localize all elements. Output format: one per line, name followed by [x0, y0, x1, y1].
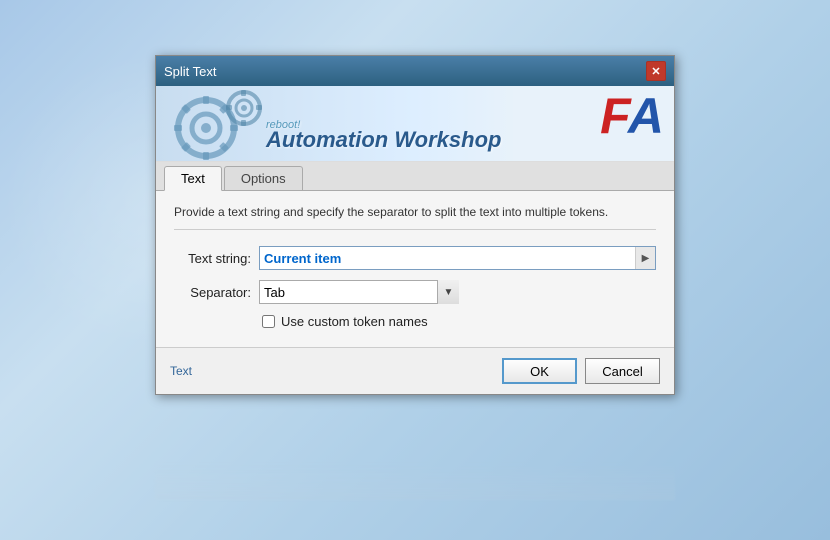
- ok-button[interactable]: OK: [502, 358, 577, 384]
- banner: reboot! Automation Workshop FA: [156, 86, 674, 161]
- banner-logo-f: F: [600, 88, 628, 144]
- custom-token-label[interactable]: Use custom token names: [281, 314, 428, 329]
- dialog-reflection: [155, 460, 675, 500]
- tab-options[interactable]: Options: [224, 166, 303, 190]
- banner-gears-image: [156, 86, 276, 161]
- text-string-input[interactable]: [260, 251, 635, 266]
- custom-token-checkbox[interactable]: [262, 315, 275, 328]
- content-area: Text Options Provide a text string and s…: [156, 161, 674, 347]
- separator-row: Separator: Tab Space Comma Semicolon New…: [174, 280, 656, 304]
- banner-logo-a: A: [628, 88, 664, 144]
- banner-logo: FA: [600, 91, 664, 141]
- title-bar: Split Text ✕: [156, 56, 674, 86]
- footer: Text OK Cancel: [156, 347, 674, 394]
- split-text-dialog: Split Text ✕ rebo: [155, 55, 675, 395]
- description-text: Provide a text string and specify the se…: [174, 205, 656, 230]
- banner-title: reboot! Automation Workshop: [266, 119, 501, 153]
- dialog-title: Split Text: [164, 64, 217, 79]
- text-string-label: Text string:: [174, 251, 259, 266]
- separator-label: Separator:: [174, 285, 259, 300]
- checkbox-row: Use custom token names: [262, 314, 656, 329]
- footer-text-link[interactable]: Text: [170, 364, 192, 378]
- banner-product-name: Automation Workshop: [266, 127, 501, 152]
- close-button[interactable]: ✕: [646, 61, 666, 81]
- text-string-row: Text string: ▶: [174, 246, 656, 270]
- cancel-button[interactable]: Cancel: [585, 358, 660, 384]
- text-string-arrow[interactable]: ▶: [635, 247, 655, 269]
- footer-buttons: OK Cancel: [502, 358, 660, 384]
- text-input-wrapper[interactable]: ▶: [259, 246, 656, 270]
- tab-text[interactable]: Text: [164, 166, 222, 191]
- panel-content: Provide a text string and specify the se…: [156, 191, 674, 347]
- separator-select-wrapper: Tab Space Comma Semicolon Newline Custom…: [259, 280, 459, 304]
- tab-bar: Text Options: [156, 162, 674, 191]
- separator-select[interactable]: Tab Space Comma Semicolon Newline Custom: [259, 280, 459, 304]
